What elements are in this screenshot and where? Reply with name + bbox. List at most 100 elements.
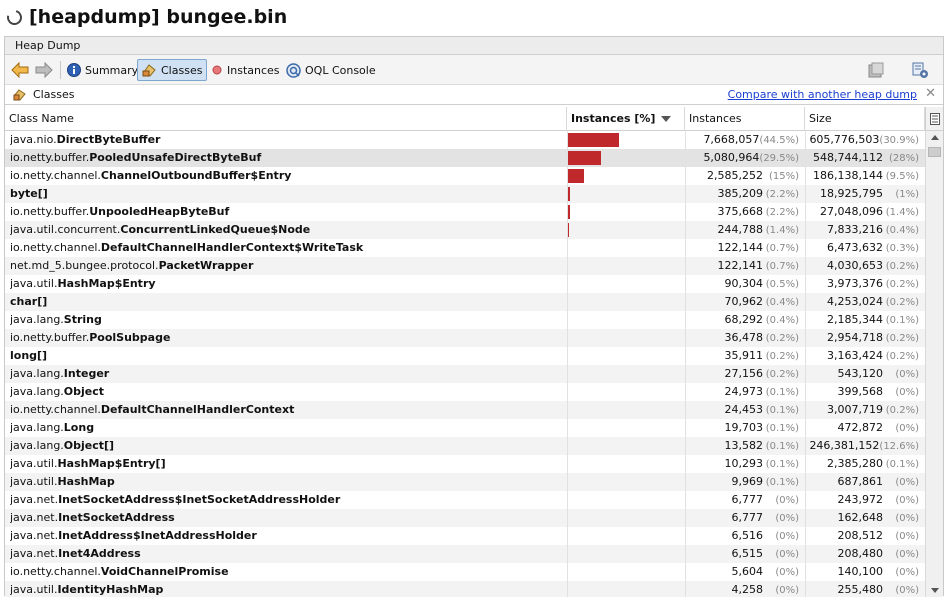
instances-percent: (0%) <box>775 585 799 596</box>
column-instances-pct[interactable]: Instances [%] <box>567 107 685 131</box>
column-instances[interactable]: Instances <box>685 107 805 131</box>
package-name: java.lang. <box>10 421 64 434</box>
table-row[interactable]: io.netty.channel.ChannelOutboundBuffer$E… <box>5 167 925 185</box>
table-row[interactable]: java.util.IdentityHashMap 4,258 (0%) 255,48… <box>5 581 925 597</box>
sort-descending-icon <box>661 116 672 122</box>
instances-percent: (29.5%) <box>759 153 799 164</box>
toolbar: Summary Classes Instances OQL Console <box>5 55 943 85</box>
compare-heap-dump-link[interactable]: Compare with another heap dump <box>728 88 917 101</box>
table-row[interactable]: java.nio.DirectByteBuffer 7,668,057(44.5%… <box>5 131 925 149</box>
scrollbar-thumb[interactable] <box>928 147 941 157</box>
column-size[interactable]: Size <box>805 107 925 131</box>
size-value: 255,480 <box>837 583 884 596</box>
instances-value: 385,209 <box>717 187 764 200</box>
instances-button[interactable]: Instances <box>211 59 280 81</box>
back-arrow-icon[interactable] <box>11 62 29 78</box>
instances-percent: (0.2%) <box>765 333 799 344</box>
snapshot-icon[interactable] <box>868 62 884 78</box>
instances-pct-cell <box>567 383 683 401</box>
tab-heap-dump[interactable]: Heap Dump <box>15 39 80 52</box>
table-header: Class Name Instances [%] Instances Size <box>5 107 925 131</box>
table-row[interactable]: java.util.concurrent.ConcurrentLinkedQue… <box>5 221 925 239</box>
class-name: HashMap$Entry <box>57 277 156 290</box>
table-row[interactable]: java.net.InetSocketAddress$InetSocketAdd… <box>5 491 925 509</box>
instances-value: 24,973 <box>724 385 764 398</box>
oql-console-button[interactable]: OQL Console <box>286 59 376 81</box>
instances-percent: (0.1%) <box>765 423 799 434</box>
column-class-name[interactable]: Class Name <box>5 107 567 131</box>
instances-cell: 385,209 (2.2%) <box>685 185 801 203</box>
table-row[interactable]: io.netty.buffer.PooledUnsafeDirectByteBu… <box>5 149 925 167</box>
table-row[interactable]: io.netty.channel.VoidChannelPromise 5,604… <box>5 563 925 581</box>
settings-icon[interactable] <box>911 61 929 79</box>
table-row[interactable]: byte[] 385,209 (2.2%) 18,925,795 (1%) <box>5 185 925 203</box>
package-name: java.net. <box>10 529 59 542</box>
instances-percent: (0.1%) <box>765 459 799 470</box>
class-name: ChannelOutboundBuffer$Entry <box>100 169 292 182</box>
size-value: 6,473,632 <box>827 241 883 254</box>
table-row[interactable]: net.md_5.bungee.protocol.PacketWrapper 12… <box>5 257 925 275</box>
table-row[interactable]: java.lang.Integer 27,156 (0.2%) 543,120 (0%) <box>5 365 925 383</box>
package-name: java.net. <box>10 493 59 506</box>
table-row[interactable]: io.netty.channel.DefaultChannelHandlerCo… <box>5 401 925 419</box>
table-row[interactable]: java.net.Inet4Address 6,515 (0%) 208,480 (0%… <box>5 545 925 563</box>
table-row[interactable]: char[] 70,962 (0.4%) 4,253,024 (0.2%) <box>5 293 925 311</box>
size-value: 687,861 <box>837 475 884 488</box>
instances-percent: (0.1%) <box>765 477 799 488</box>
column-chooser-button[interactable] <box>925 107 943 131</box>
instances-pct-bar <box>567 133 619 147</box>
package-name: io.netty.channel. <box>10 169 101 182</box>
size-percent: (0%) <box>895 477 919 488</box>
package-name: java.lang. <box>10 385 64 398</box>
table-row[interactable]: java.util.HashMap$Entry[] 10,293 (0.1%) 2,3… <box>5 455 925 473</box>
class-name: UnpooledHeapByteBuf <box>89 205 230 218</box>
instances-percent: (0.2%) <box>765 369 799 380</box>
table-row[interactable]: long[] 35,911 (0.2%) 3,163,424 (0.2%) <box>5 347 925 365</box>
table-row[interactable]: io.netty.buffer.PoolSubpage 36,478 (0.2%) 2… <box>5 329 925 347</box>
size-percent: (0%) <box>895 531 919 542</box>
package-name: io.netty.channel. <box>10 241 101 254</box>
class-name: Integer <box>63 367 110 380</box>
table-row[interactable]: io.netty.channel.DefaultChannelHandlerCo… <box>5 239 925 257</box>
table-row[interactable]: java.net.InetSocketAddress 6,777 (0%) 162,6… <box>5 509 925 527</box>
instances-value: 122,141 <box>717 259 764 272</box>
instances-cell: 6,516 (0%) <box>685 527 801 545</box>
table-row[interactable]: java.lang.Long 19,703 (0.1%) 472,872 (0%) <box>5 419 925 437</box>
class-name-cell: net.md_5.bungee.protocol.PacketWrapper <box>10 257 565 275</box>
class-name-cell: java.net.InetSocketAddress$InetSocketAdd… <box>10 491 565 509</box>
package-name: net.md_5.bungee.protocol. <box>10 259 159 272</box>
instances-pct-cell <box>567 149 683 167</box>
instances-pct-cell <box>567 275 683 293</box>
instances-pct-bar <box>567 151 601 165</box>
scroll-down-button[interactable] <box>926 583 943 597</box>
size-value: 4,030,653 <box>827 259 883 272</box>
size-cell: 605,776,503(30.9%) <box>805 131 921 149</box>
forward-arrow-icon[interactable] <box>35 62 53 78</box>
classes-button[interactable]: Classes <box>137 59 208 81</box>
scroll-up-button[interactable] <box>926 131 943 145</box>
class-name: Inet4Address <box>58 547 141 560</box>
size-percent: (0.1%) <box>885 459 919 470</box>
instances-cell: 375,668 (2.2%) <box>685 203 801 221</box>
class-name-cell: byte[] <box>10 185 565 203</box>
table-row[interactable]: java.lang.Object[] 13,582 (0.1%) 246,381,15… <box>5 437 925 455</box>
table-row[interactable]: java.lang.String 68,292 (0.4%) 2,185,344 (0.… <box>5 311 925 329</box>
instances-percent: (0.4%) <box>765 297 799 308</box>
summary-label: Summary <box>85 63 139 77</box>
table-row[interactable]: java.util.HashMap 9,969 (0.1%) 687,861 (0%) <box>5 473 925 491</box>
close-icon[interactable]: ✕ <box>925 86 936 101</box>
table-row[interactable]: java.net.InetAddress$InetAddressHolder 6,… <box>5 527 925 545</box>
table-row[interactable]: java.lang.Object 24,973 (0.1%) 399,568 (0%) <box>5 383 925 401</box>
instances-value: 6,516 <box>731 529 764 542</box>
table-row[interactable]: java.util.HashMap$Entry 90,304 (0.5%) 3,973… <box>5 275 925 293</box>
instances-cell: 36,478 (0.2%) <box>685 329 801 347</box>
table-row[interactable]: io.netty.buffer.UnpooledHeapByteBuf 375,6… <box>5 203 925 221</box>
size-cell: 208,480 (0%) <box>805 545 921 563</box>
vertical-scrollbar[interactable] <box>925 131 943 597</box>
instances-percent: (0.7%) <box>765 261 799 272</box>
instances-percent: (0%) <box>775 549 799 560</box>
size-cell: 3,973,376 (0.2%) <box>805 275 921 293</box>
class-name-cell: java.util.HashMap$Entry <box>10 275 565 293</box>
summary-button[interactable]: Summary <box>67 59 138 81</box>
instances-value: 27,156 <box>724 367 764 380</box>
